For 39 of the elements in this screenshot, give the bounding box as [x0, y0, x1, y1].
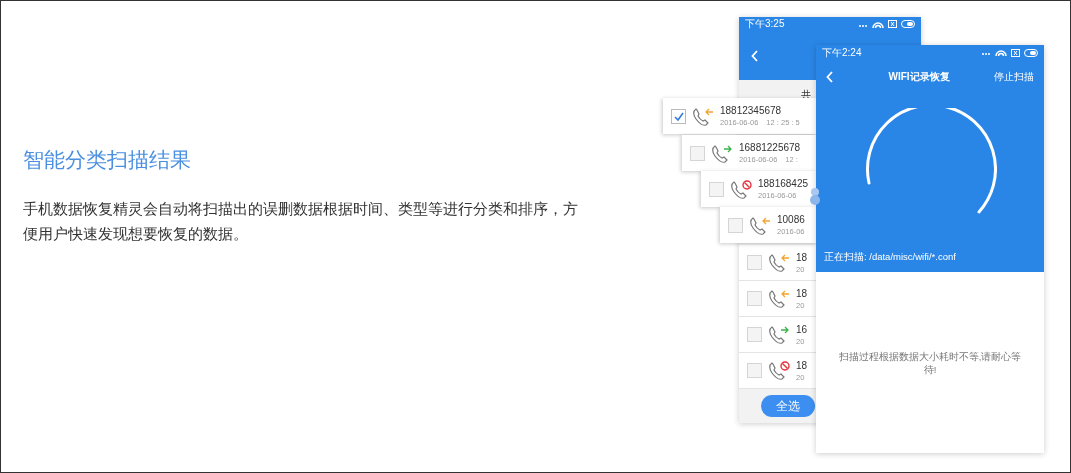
- phone-number: 10086: [777, 213, 805, 226]
- phone-number: 18812345678: [720, 104, 783, 117]
- blocked-call-icon: [768, 360, 790, 381]
- description: 手机数据恢复精灵会自动将扫描出的误删数据根据时间、类型等进行分类和排序，方便用户快速发现想要恢复的数据。: [23, 199, 579, 244]
- phone-number: 16881225678: [739, 141, 801, 154]
- blocked-call-icon: [730, 178, 752, 200]
- phone-number: 18: [796, 358, 808, 372]
- outgoing-call-icon: [768, 324, 790, 345]
- incoming-call-icon: [768, 288, 790, 309]
- battery-icon: [901, 20, 915, 28]
- figure-icon: [809, 187, 821, 205]
- checkbox[interactable]: [728, 217, 743, 233]
- status-time: 下午3:25: [745, 17, 785, 31]
- back-icon: [751, 49, 759, 62]
- wifi-icon: [995, 48, 1007, 57]
- status-time: 下午2:24: [822, 45, 862, 60]
- checkbox[interactable]: [747, 363, 762, 378]
- sim-icon: [1011, 48, 1020, 57]
- check-icon: [672, 110, 685, 122]
- phone-number: 16: [796, 322, 808, 336]
- battery-icon: [1024, 48, 1038, 57]
- back-icon: [826, 71, 834, 83]
- phone-number: 188168425: [758, 177, 809, 190]
- checkbox[interactable]: [747, 291, 762, 306]
- scanning-path: 正在扫描: /data/misc/wifi/*.conf: [824, 251, 956, 264]
- incoming-call-icon: [768, 252, 790, 273]
- sim-icon: [888, 20, 897, 28]
- checkbox[interactable]: [690, 145, 705, 161]
- wifi-icon: [872, 19, 884, 29]
- checkbox[interactable]: [747, 255, 762, 270]
- section-title: 智能分类扫描结果: [23, 147, 192, 173]
- phone-number: 18: [796, 286, 808, 300]
- checkbox[interactable]: [709, 181, 724, 197]
- checkbox[interactable]: [747, 327, 762, 342]
- wait-message: 扫描过程根据数据大小耗时不等,请耐心等待!: [837, 350, 1023, 377]
- checkbox[interactable]: [671, 108, 686, 124]
- stop-scan-link[interactable]: 停止扫描: [994, 70, 1034, 84]
- phone-number: 18: [796, 250, 808, 264]
- screen-title: WIFI记录恢复: [887, 70, 951, 84]
